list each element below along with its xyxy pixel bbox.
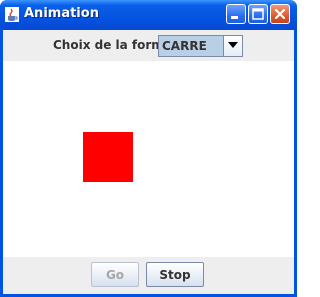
combo-dropdown-button[interactable] — [223, 36, 242, 56]
minimize-button[interactable] — [226, 4, 246, 24]
maximize-icon — [252, 8, 264, 20]
shape-selector-panel: Choix de la forme CARRE — [3, 30, 294, 61]
close-button[interactable] — [270, 4, 290, 24]
window-title: Animation — [24, 6, 99, 21]
close-icon — [274, 8, 286, 20]
shape-choice-label: Choix de la forme — [53, 38, 172, 52]
maximize-button[interactable] — [248, 4, 268, 24]
animation-canvas — [3, 61, 294, 257]
shape-combo-value: CARRE — [162, 39, 207, 53]
stop-button[interactable]: Stop — [146, 262, 204, 287]
java-cup-icon[interactable] — [5, 7, 19, 22]
chevron-down-icon — [228, 42, 238, 48]
client-area: Choix de la forme CARRE Go Stop — [3, 30, 294, 294]
control-panel: Go Stop — [3, 257, 294, 294]
title-bar[interactable]: Animation — [0, 0, 297, 30]
go-button[interactable]: Go — [91, 262, 139, 287]
shape-combo-box[interactable]: CARRE — [158, 35, 243, 57]
minimize-icon — [231, 16, 238, 19]
animated-square — [83, 132, 133, 182]
app-window: Animation Choix de la forme CARRE Go Sto… — [0, 0, 297, 297]
